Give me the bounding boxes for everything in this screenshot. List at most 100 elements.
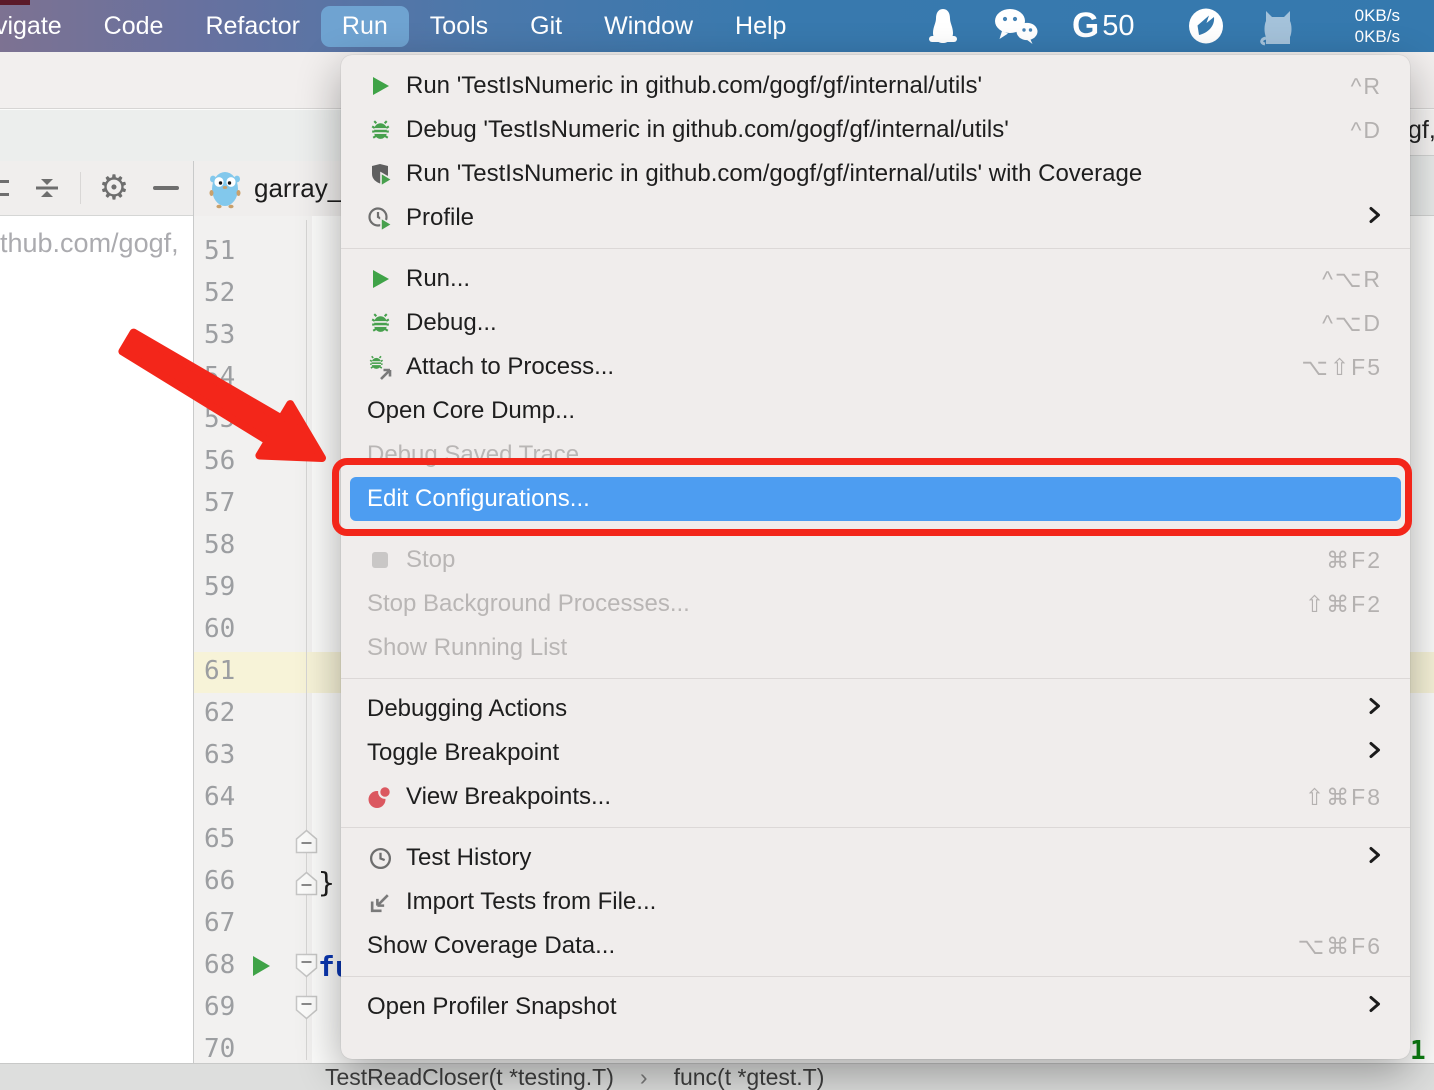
- line-number-57[interactable]: 57: [204, 488, 244, 518]
- history-icon: [367, 845, 393, 871]
- menu-item-label: Run 'TestIsNumeric in github.com/gogf/gf…: [406, 160, 1142, 188]
- fold-marker-up[interactable]: [295, 871, 318, 896]
- menubar-item-code[interactable]: Code: [83, 6, 185, 47]
- cat-icon[interactable]: [1258, 0, 1296, 52]
- wechat-icon[interactable]: [993, 0, 1039, 52]
- right-tab-sliver: gf,: [1410, 110, 1434, 155]
- line-number-64[interactable]: 64: [204, 782, 244, 812]
- fold-marker-down[interactable]: [295, 995, 318, 1020]
- line-number-52[interactable]: 52: [204, 278, 244, 308]
- menu-separator: [341, 976, 1410, 977]
- menu-item-shortcut: ⌥⌘F6: [1298, 933, 1382, 960]
- menu-item-label: Debug Saved Trace...: [367, 441, 599, 469]
- menubar-item-navigate[interactable]: Navigate: [0, 6, 83, 47]
- menu-item-debug-testisnumeric-in-github-com-gogf-gf-[interactable]: Debug 'TestIsNumeric in github.com/gogf/…: [341, 108, 1410, 152]
- menu-item-label: Show Coverage Data...: [367, 932, 615, 960]
- menubar-item-tools[interactable]: Tools: [409, 6, 509, 47]
- run-icon: [367, 266, 393, 292]
- menu-item-label: Open Profiler Snapshot: [367, 993, 616, 1021]
- bird-icon[interactable]: [1188, 0, 1224, 52]
- menu-separator: [341, 529, 1410, 530]
- line-number-53[interactable]: 53: [204, 320, 244, 350]
- menu-item-label: Debug 'TestIsNumeric in github.com/gogf/…: [406, 116, 1009, 144]
- menu-item-show-coverage-data[interactable]: Show Coverage Data... ⌥⌘F6: [341, 924, 1410, 968]
- qq-icon[interactable]: [928, 0, 958, 52]
- line-number-63[interactable]: 63: [204, 740, 244, 770]
- breadcrumb-function[interactable]: TestReadCloser(t *testing.T): [325, 1064, 614, 1090]
- fold-marker-up[interactable]: [295, 829, 318, 854]
- menu-item-open-core-dump[interactable]: Open Core Dump...: [341, 389, 1410, 433]
- menu-item-run-testisnumeric-in-github-com-gogf-gf-in[interactable]: Run 'TestIsNumeric in github.com/gogf/gf…: [341, 152, 1410, 196]
- editor-tab-garray[interactable]: garray_n: [194, 161, 341, 216]
- line-number-68[interactable]: 68: [204, 950, 244, 980]
- breadcrumb-inner-func[interactable]: func(t *gtest.T): [674, 1064, 825, 1090]
- macos-menubar: NavigateCodeRefactorRunToolsGitWindowHel…: [0, 0, 1434, 52]
- menubar-item-help[interactable]: Help: [714, 6, 807, 47]
- line-number-51[interactable]: 51: [204, 236, 244, 266]
- fold-marker-down[interactable]: [295, 953, 318, 978]
- line-number-66[interactable]: 66: [204, 866, 244, 896]
- line-number-69[interactable]: 69: [204, 992, 244, 1022]
- menu-item-shortcut: ^R: [1351, 73, 1382, 100]
- run-test-gutter-icon[interactable]: [251, 954, 271, 983]
- g-status-badge[interactable]: G 50: [1072, 0, 1135, 52]
- menu-item-open-profiler-snapshot[interactable]: Open Profiler Snapshot: [341, 985, 1410, 1029]
- menu-item-import-tests-from-file[interactable]: Import Tests from File...: [341, 880, 1410, 924]
- menu-item-view-breakpoints[interactable]: View Breakpoints... ⇧⌘F8: [341, 775, 1410, 819]
- menu-item-shortcut: ⌥⇧F5: [1301, 354, 1382, 381]
- menu-item-run-testisnumeric-in-github-com-gogf-gf-in[interactable]: Run 'TestIsNumeric in github.com/gogf/gf…: [341, 64, 1410, 108]
- line-number-59[interactable]: 59: [204, 572, 244, 602]
- tab-title: garray_n: [254, 173, 341, 204]
- code-closing-brace: }: [318, 866, 335, 899]
- menu-item-profile[interactable]: Profile: [341, 196, 1410, 240]
- menu-separator: [341, 678, 1410, 679]
- menu-item-toggle-breakpoint[interactable]: Toggle Breakpoint: [341, 731, 1410, 775]
- collapse-all-icon[interactable]: [30, 161, 64, 215]
- menubar-item-refactor[interactable]: Refactor: [184, 6, 320, 47]
- breadcrumb-separator-icon: ›: [640, 1064, 648, 1090]
- line-number-70[interactable]: 70: [204, 1034, 244, 1064]
- menu-item-label: Run...: [406, 265, 470, 293]
- menu-item-label: Profile: [406, 204, 474, 232]
- menu-item-debug[interactable]: Debug...^⌥D: [341, 301, 1410, 345]
- right-tab-fragment: gf,: [1410, 116, 1434, 145]
- secondary-strip: [0, 110, 341, 161]
- line-number-65[interactable]: 65: [204, 824, 244, 854]
- menu-item-debugging-actions[interactable]: Debugging Actions: [341, 687, 1410, 731]
- line-number-60[interactable]: 60: [204, 614, 244, 644]
- breakpoints-icon: [367, 784, 393, 810]
- menu-item-debug-saved-trace: Debug Saved Trace...: [341, 433, 1410, 477]
- menubar-item-git[interactable]: Git: [509, 6, 583, 47]
- breadcrumb: TestReadCloser(t *testing.T) › func(t *g…: [0, 1063, 1434, 1090]
- gear-icon[interactable]: ⚙: [94, 161, 134, 215]
- test-package-label[interactable]: ithub.com/gogf,: [0, 228, 179, 259]
- menubar-item-window[interactable]: Window: [583, 6, 714, 47]
- menubar-item-run[interactable]: Run: [321, 6, 409, 47]
- menu-item-label: Stop: [406, 546, 455, 574]
- menu-item-test-history[interactable]: Test History: [341, 836, 1410, 880]
- line-number-62[interactable]: 62: [204, 698, 244, 728]
- submenu-arrow-icon: [1367, 204, 1382, 232]
- line-number-67[interactable]: 67: [204, 908, 244, 938]
- hide-panel-icon[interactable]: [148, 161, 184, 215]
- submenu-arrow-icon: [1367, 739, 1382, 767]
- submenu-arrow-icon: [1367, 844, 1382, 872]
- menu-item-label: Test History: [406, 844, 531, 872]
- line-number-58[interactable]: 58: [204, 530, 244, 560]
- line-number-54[interactable]: 54: [204, 362, 244, 392]
- line-number-61[interactable]: 61: [204, 656, 244, 686]
- menu-item-shortcut: ⇧⌘F2: [1305, 591, 1382, 618]
- line-number-56[interactable]: 56: [204, 446, 244, 476]
- run-icon: [367, 73, 393, 99]
- expand-all-icon[interactable]: [0, 161, 14, 215]
- import-icon: [367, 889, 393, 915]
- line-number-55[interactable]: 55: [204, 404, 244, 434]
- menu-item-shortcut: ⇧⌘F8: [1305, 784, 1382, 811]
- menu-item-label: View Breakpoints...: [406, 783, 611, 811]
- panel-splitter[interactable]: [193, 161, 194, 1063]
- menu-item-run[interactable]: Run...^⌥R: [341, 257, 1410, 301]
- menu-item-attach-to-process[interactable]: Attach to Process...⌥⇧F5: [341, 345, 1410, 389]
- debug-icon: [367, 117, 393, 143]
- menu-item-edit-configurations[interactable]: Edit Configurations...: [350, 477, 1401, 521]
- g-badge-value: 50: [1102, 10, 1134, 43]
